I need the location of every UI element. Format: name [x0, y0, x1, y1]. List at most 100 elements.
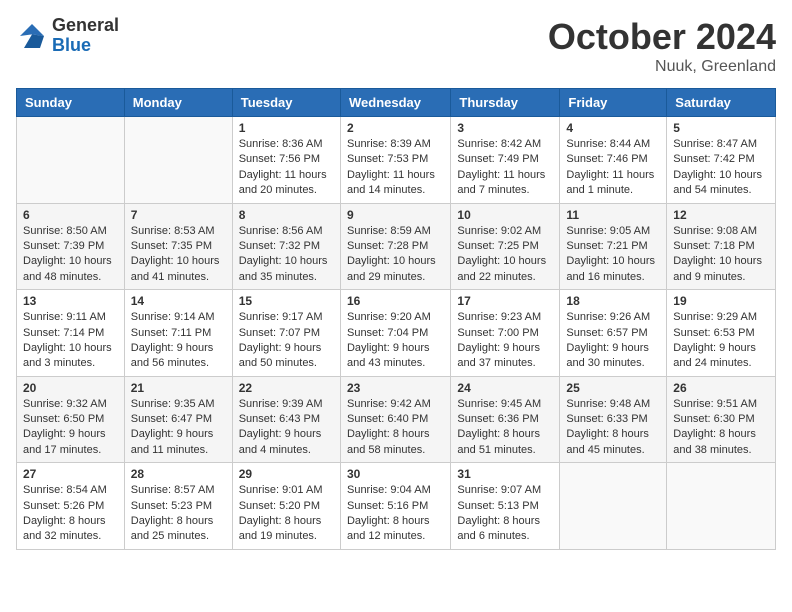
cell-line: and 50 minutes. [239, 356, 334, 371]
cell-content: Sunrise: 9:02 AMSunset: 7:25 PMDaylight:… [457, 224, 553, 286]
cell-line: and 4 minutes. [239, 443, 334, 458]
cell-content: Sunrise: 9:14 AMSunset: 7:11 PMDaylight:… [131, 310, 226, 372]
day-number: 29 [239, 467, 334, 481]
cell-line: Sunset: 6:40 PM [347, 412, 444, 427]
cell-line: Sunset: 5:26 PM [23, 499, 118, 514]
cell-line: Sunrise: 9:05 AM [566, 224, 660, 239]
calendar-cell: 21Sunrise: 9:35 AMSunset: 6:47 PMDayligh… [124, 376, 232, 463]
cell-line: Sunset: 6:43 PM [239, 412, 334, 427]
cell-line: Daylight: 9 hours [239, 427, 334, 442]
cell-line: Sunrise: 9:51 AM [673, 397, 769, 412]
cell-line: Sunset: 5:16 PM [347, 499, 444, 514]
cell-line: Sunset: 7:56 PM [239, 152, 334, 167]
weekday-header: Thursday [451, 89, 560, 117]
cell-content: Sunrise: 9:08 AMSunset: 7:18 PMDaylight:… [673, 224, 769, 286]
cell-line: Daylight: 10 hours [23, 254, 118, 269]
cell-content: Sunrise: 8:56 AMSunset: 7:32 PMDaylight:… [239, 224, 334, 286]
cell-line: and 30 minutes. [566, 356, 660, 371]
calendar-cell: 27Sunrise: 8:54 AMSunset: 5:26 PMDayligh… [17, 463, 125, 550]
calendar-cell [667, 463, 776, 550]
cell-line: and 41 minutes. [131, 270, 226, 285]
cell-line: Daylight: 11 hours [457, 168, 553, 183]
day-number: 13 [23, 294, 118, 308]
cell-line: Sunrise: 9:39 AM [239, 397, 334, 412]
cell-line: Daylight: 11 hours [239, 168, 334, 183]
cell-line: and 37 minutes. [457, 356, 553, 371]
logo-text: General Blue [52, 16, 119, 56]
cell-line: Daylight: 8 hours [239, 514, 334, 529]
day-number: 6 [23, 208, 118, 222]
cell-line: Sunrise: 8:39 AM [347, 137, 444, 152]
cell-line: Daylight: 9 hours [566, 341, 660, 356]
day-number: 12 [673, 208, 769, 222]
day-number: 25 [566, 381, 660, 395]
cell-content: Sunrise: 8:59 AMSunset: 7:28 PMDaylight:… [347, 224, 444, 286]
calendar-cell: 25 Sunrise: 9:48 AMSunset: 6:33 PMDayligh… [560, 376, 667, 463]
day-number: 7 [131, 208, 226, 222]
cell-line: Sunrise: 9:02 AM [457, 224, 553, 239]
day-number: 16 [347, 294, 444, 308]
cell-content: Sunrise: 9:48 AMSunset: 6:33 PMDaylight:… [566, 397, 660, 459]
calendar-cell [560, 463, 667, 550]
calendar-cell [124, 117, 232, 204]
cell-line: Sunset: 7:28 PM [347, 239, 444, 254]
cell-line: Sunset: 6:53 PM [673, 326, 769, 341]
calendar-cell: 7Sunrise: 8:53 AMSunset: 7:35 PMDaylight… [124, 203, 232, 290]
cell-line: Sunset: 6:33 PM [566, 412, 660, 427]
day-number: 31 [457, 467, 553, 481]
cell-line: and 58 minutes. [347, 443, 444, 458]
day-number: 18 [566, 294, 660, 308]
logo-general: General [52, 16, 119, 36]
calendar-cell: 23Sunrise: 9:42 AMSunset: 6:40 PMDayligh… [340, 376, 450, 463]
calendar-cell: 26Sunrise: 9:51 AMSunset: 6:30 PMDayligh… [667, 376, 776, 463]
calendar-cell: 5Sunrise: 8:47 AMSunset: 7:42 PMDaylight… [667, 117, 776, 204]
cell-line: Daylight: 10 hours [457, 254, 553, 269]
cell-line: and 25 minutes. [131, 529, 226, 544]
cell-line: Sunrise: 8:54 AM [23, 483, 118, 498]
cell-content: Sunrise: 9:35 AMSunset: 6:47 PMDaylight:… [131, 397, 226, 459]
calendar-cell: 11Sunrise: 9:05 AMSunset: 7:21 PMDayligh… [560, 203, 667, 290]
calendar-table: SundayMondayTuesdayWednesdayThursdayFrid… [16, 88, 776, 550]
cell-line: and 56 minutes. [131, 356, 226, 371]
cell-line: Sunrise: 9:23 AM [457, 310, 553, 325]
day-number: 26 [673, 381, 769, 395]
cell-line: Daylight: 11 hours [347, 168, 444, 183]
cell-content: Sunrise: 8:57 AMSunset: 5:23 PMDaylight:… [131, 483, 226, 545]
logo-icon [16, 20, 48, 52]
cell-line: Sunset: 7:04 PM [347, 326, 444, 341]
month-title: October 2024 [548, 16, 776, 58]
cell-content: Sunrise: 9:17 AMSunset: 7:07 PMDaylight:… [239, 310, 334, 372]
day-number: 4 [566, 121, 660, 135]
cell-line: Sunset: 7:42 PM [673, 152, 769, 167]
cell-line: Sunrise: 8:59 AM [347, 224, 444, 239]
day-number: 28 [131, 467, 226, 481]
cell-line: Daylight: 9 hours [457, 341, 553, 356]
cell-line: Sunset: 7:07 PM [239, 326, 334, 341]
cell-content: Sunrise: 9:29 AMSunset: 6:53 PMDaylight:… [673, 310, 769, 372]
cell-line: Sunrise: 9:48 AM [566, 397, 660, 412]
cell-line: and 22 minutes. [457, 270, 553, 285]
weekday-header: Friday [560, 89, 667, 117]
cell-content: Sunrise: 8:39 AMSunset: 7:53 PMDaylight:… [347, 137, 444, 199]
cell-content: Sunrise: 9:20 AMSunset: 7:04 PMDaylight:… [347, 310, 444, 372]
calendar-cell: 9Sunrise: 8:59 AMSunset: 7:28 PMDaylight… [340, 203, 450, 290]
cell-line: Sunrise: 9:04 AM [347, 483, 444, 498]
cell-line: and 1 minute. [566, 183, 660, 198]
day-number: 19 [673, 294, 769, 308]
calendar-cell: 14Sunrise: 9:14 AMSunset: 7:11 PMDayligh… [124, 290, 232, 377]
cell-content: Sunrise: 9:11 AMSunset: 7:14 PMDaylight:… [23, 310, 118, 372]
cell-line: Sunset: 7:00 PM [457, 326, 553, 341]
cell-line: Sunrise: 8:42 AM [457, 137, 553, 152]
cell-content: Sunrise: 8:47 AMSunset: 7:42 PMDaylight:… [673, 137, 769, 199]
cell-line: Sunrise: 8:50 AM [23, 224, 118, 239]
day-number: 1 [239, 121, 334, 135]
cell-content: Sunrise: 9:05 AMSunset: 7:21 PMDaylight:… [566, 224, 660, 286]
cell-line: Sunrise: 8:44 AM [566, 137, 660, 152]
cell-line: Sunset: 7:46 PM [566, 152, 660, 167]
cell-line: Sunset: 7:35 PM [131, 239, 226, 254]
cell-line: and 48 minutes. [23, 270, 118, 285]
weekday-header: Tuesday [232, 89, 340, 117]
cell-line: and 51 minutes. [457, 443, 553, 458]
cell-line: Daylight: 10 hours [673, 168, 769, 183]
cell-line: Sunrise: 9:26 AM [566, 310, 660, 325]
